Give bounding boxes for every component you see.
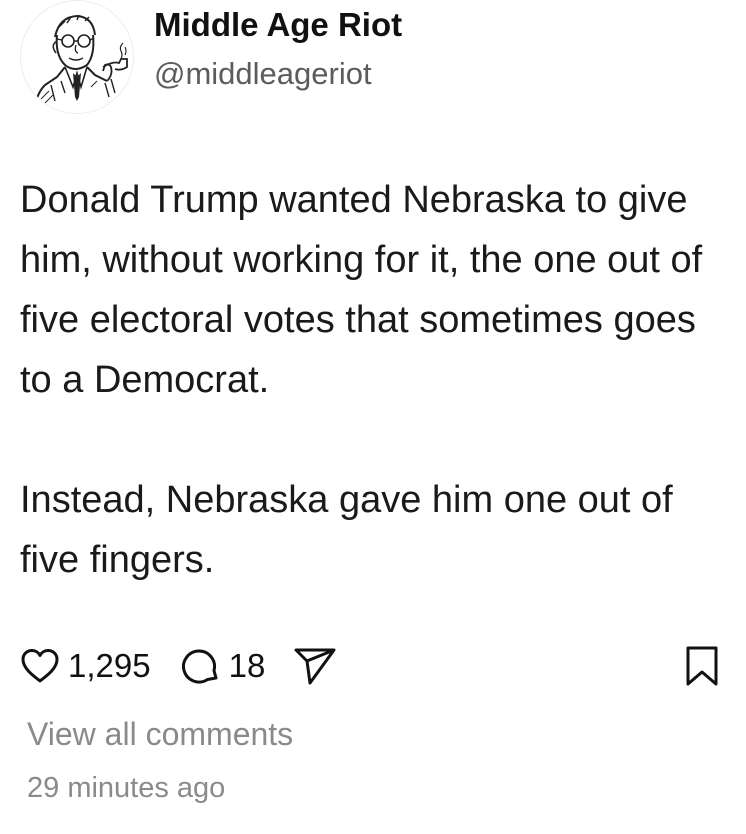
bookmark-button[interactable] xyxy=(684,645,720,687)
heart-icon xyxy=(21,649,59,683)
avatar[interactable] xyxy=(20,0,134,114)
comment-count: 18 xyxy=(228,647,266,684)
post-timestamp: 29 minutes ago xyxy=(27,772,226,804)
display-name[interactable]: Middle Age Riot xyxy=(154,6,402,44)
action-bar: 1,295 18 xyxy=(20,640,720,692)
post-paragraph: Donald Trump wanted Nebraska to give him… xyxy=(20,179,703,401)
user-handle[interactable]: @middleageriot xyxy=(154,56,372,92)
share-button[interactable] xyxy=(293,646,337,686)
vintage-man-with-pipe-illustration-icon xyxy=(34,14,128,108)
comment-button[interactable]: 18 xyxy=(181,646,266,686)
send-icon xyxy=(294,648,336,685)
post-text: Donald Trump wanted Nebraska to give him… xyxy=(20,170,726,590)
like-button[interactable]: 1,295 xyxy=(20,647,151,685)
post-header: Middle Age Riot @middleageriot xyxy=(20,0,726,114)
comment-bubble-icon xyxy=(181,649,218,684)
bookmark-icon xyxy=(686,646,718,686)
post-paragraph: Instead, Nebraska gave him one out of fi… xyxy=(20,479,673,581)
view-all-comments-link[interactable]: View all comments xyxy=(27,716,293,753)
like-count: 1,295 xyxy=(68,647,151,684)
